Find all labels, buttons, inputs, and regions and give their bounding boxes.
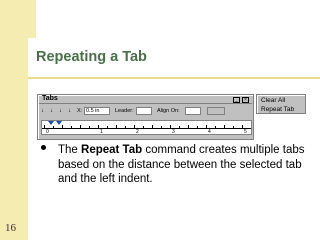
tabs-window-title: Tabs: [42, 95, 58, 102]
x-position-label: X:: [77, 108, 83, 114]
ruler-baseline: [42, 128, 251, 129]
tabs-palette-window: Tabs _ × ↓ ↓ ↓ ↓ X: 0.5 in Leader: Align…: [37, 94, 254, 140]
bullet-text: The Repeat Tab command creates multiple …: [58, 143, 308, 187]
ruler-tick: [62, 125, 63, 128]
tabs-window-titlebar[interactable]: Tabs _ ×: [39, 95, 252, 104]
ruler-tick: [242, 125, 243, 128]
ruler-tick: [179, 126, 180, 128]
ruler-tick: [89, 126, 90, 128]
ruler-tick: [170, 125, 171, 128]
menu-item-repeat-tab[interactable]: Repeat Tab: [261, 106, 294, 113]
bullet-text-prefix: The: [58, 144, 82, 156]
ruler-tick: [143, 126, 144, 128]
ruler-tick: [206, 125, 207, 128]
page-number: 16: [5, 222, 16, 234]
ruler-tick: [53, 126, 54, 128]
center-tab-icon[interactable]: ↓: [50, 108, 56, 115]
ruler-tick: [125, 126, 126, 128]
ruler-number: 3: [172, 129, 175, 135]
ruler-tick: [71, 126, 72, 128]
tabs-toolbar: ↓ ↓ ↓ ↓ X: 0.5 in Leader: Align On:: [41, 107, 251, 117]
ruler-number: 4: [208, 129, 211, 135]
ruler-tick: [98, 125, 99, 128]
ruler-number: 2: [136, 129, 139, 135]
ruler-number: 1: [100, 129, 103, 135]
decimal-tab-icon[interactable]: ↓: [68, 108, 74, 115]
ruler-tick: [197, 126, 198, 128]
ruler-tick: [134, 125, 135, 128]
bullet-text-bold: Repeat Tab: [81, 144, 143, 156]
ruler-number: 0: [46, 129, 49, 135]
ruler-tick: [224, 125, 225, 128]
ruler-tick: [107, 126, 108, 128]
bullet-icon: [41, 145, 46, 150]
ruler-tick: [44, 125, 45, 128]
ruler-tick: [188, 125, 189, 128]
minimize-button[interactable]: _: [233, 97, 240, 103]
position-panel-button[interactable]: [207, 107, 225, 115]
tab-stop-marker[interactable]: [48, 121, 54, 125]
slide-side-bar: [0, 0, 28, 240]
ruler-number: 5: [244, 129, 247, 135]
leader-field[interactable]: [136, 107, 152, 115]
menu-item-clear-all[interactable]: Clear All: [261, 97, 285, 104]
tab-ruler[interactable]: 0 1 2 3 4 5: [41, 120, 252, 135]
slide-title: Repeating a Tab: [36, 49, 147, 65]
ruler-context-menu: Clear All Repeat Tab: [256, 94, 306, 114]
ruler-tick: [152, 125, 153, 128]
slide-side-bar-accent: [28, 0, 36, 38]
ruler-tick: [80, 125, 81, 128]
title-divider: [28, 77, 320, 79]
ruler-tick: [116, 125, 117, 128]
align-on-field[interactable]: [185, 107, 201, 115]
right-tab-icon[interactable]: ↓: [59, 108, 65, 115]
x-position-field[interactable]: 0.5 in: [84, 107, 110, 115]
ruler-tick: [161, 126, 162, 128]
ruler-tick: [233, 126, 234, 128]
align-on-label: Align On:: [157, 108, 180, 114]
left-tab-icon[interactable]: ↓: [41, 108, 47, 115]
close-button[interactable]: ×: [242, 97, 249, 103]
ruler-tick: [215, 126, 216, 128]
leader-label: Leader:: [115, 108, 134, 114]
